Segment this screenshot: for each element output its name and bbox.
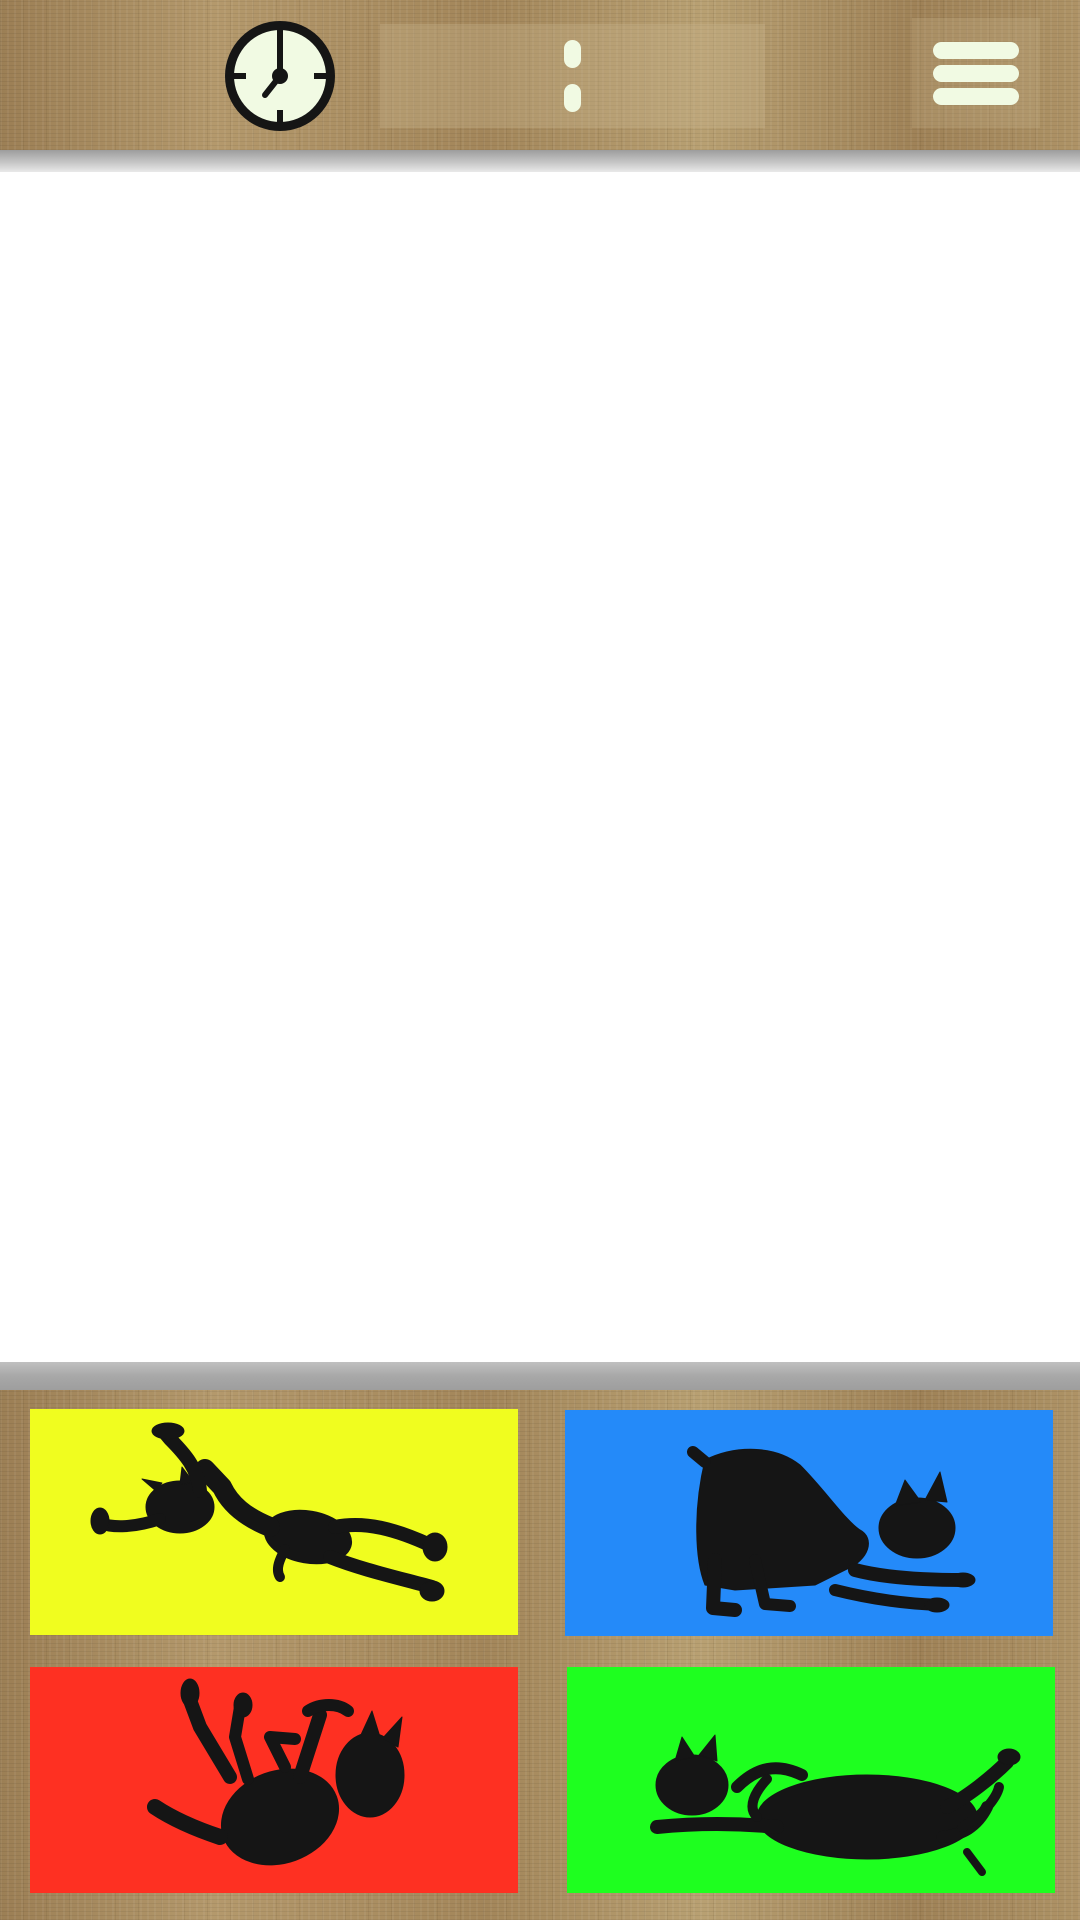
bottom-panel-shadow xyxy=(0,1362,1080,1390)
menu-button[interactable] xyxy=(912,18,1040,128)
clock-icon xyxy=(225,21,335,131)
top-bar xyxy=(0,0,1080,150)
answer-card-red[interactable] xyxy=(30,1667,518,1893)
menu-line xyxy=(933,87,1019,105)
play-area[interactable] xyxy=(0,172,1080,1362)
cat-leaping-icon xyxy=(90,1422,448,1602)
top-bar-shadow xyxy=(0,150,1080,172)
answer-card-yellow[interactable] xyxy=(30,1409,518,1635)
cat-falling-icon xyxy=(147,1678,405,1866)
colon-dot xyxy=(564,84,581,112)
menu-line xyxy=(933,41,1019,59)
clock-button[interactable] xyxy=(220,16,340,136)
answer-card-green[interactable] xyxy=(567,1667,1055,1893)
colon-separator xyxy=(564,32,581,120)
colon-dot xyxy=(564,40,581,68)
cat-lying-icon xyxy=(650,1734,1021,1876)
answer-card-blue[interactable] xyxy=(565,1410,1053,1636)
hamburger-menu-icon xyxy=(933,36,1019,111)
menu-line xyxy=(933,64,1019,82)
cat-stretching-icon xyxy=(687,1446,976,1617)
time-display xyxy=(380,24,765,128)
